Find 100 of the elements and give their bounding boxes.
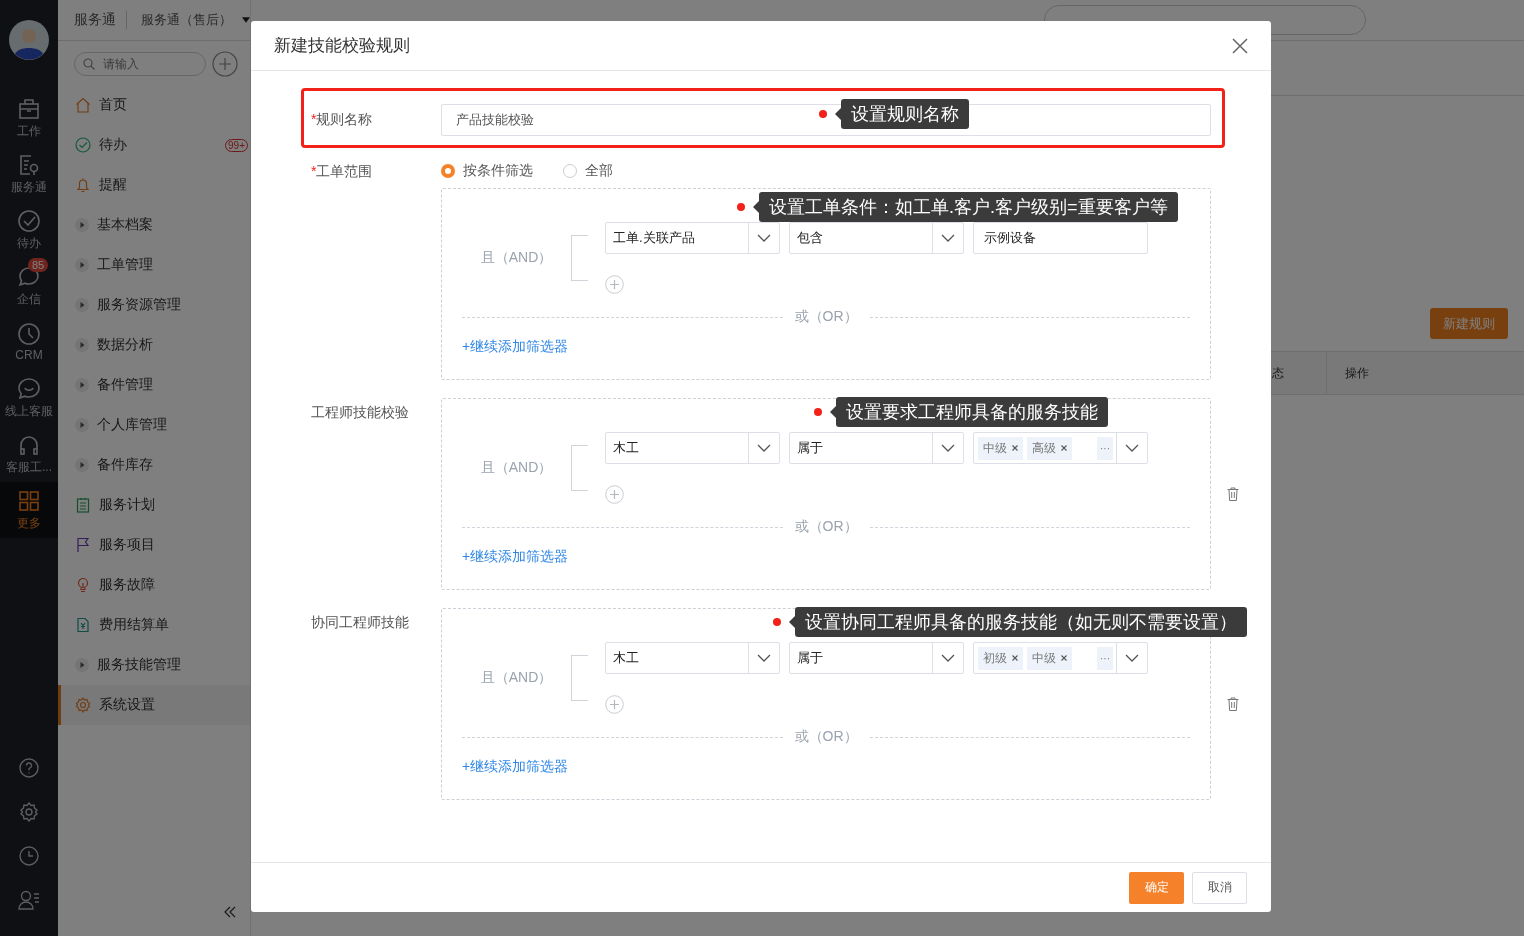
expand-icon (75, 218, 89, 232)
close-icon[interactable] (1061, 445, 1067, 451)
menu-item[interactable]: 服务技能管理 (58, 645, 250, 685)
chevron-down-icon (1125, 444, 1139, 452)
or-label: 或（OR） (793, 308, 859, 326)
value-select[interactable]: 初级 中级 ··· (973, 642, 1148, 674)
rail-item[interactable]: 85 企信 (0, 258, 58, 314)
menu-item[interactable]: 服务项目 (58, 525, 250, 565)
dropdown-icon[interactable] (242, 17, 250, 23)
radio-option[interactable]: 按条件筛选 (441, 162, 533, 180)
confirm-button[interactable]: 确定 (1129, 871, 1184, 904)
field-select[interactable]: 木工 (605, 642, 780, 674)
expand-icon (75, 658, 89, 672)
trash-icon[interactable] (1227, 487, 1239, 501)
bracket-line (571, 445, 588, 491)
expand-icon (75, 258, 89, 272)
radio-icon[interactable] (441, 164, 455, 178)
home-icon (75, 97, 91, 113)
settings-icon[interactable] (19, 802, 39, 822)
menu-item[interactable]: 个人库管理 (58, 405, 250, 445)
menu-item[interactable]: 备件管理 (58, 365, 250, 405)
rail-item[interactable]: 更多 (0, 482, 58, 538)
count-badge: 85 (28, 258, 49, 272)
field-label: 协同工程师技能 (311, 613, 410, 632)
avatar[interactable] (9, 20, 49, 60)
operator-select[interactable]: 包含 (789, 222, 964, 254)
chevron-down-icon (941, 654, 955, 662)
add-circle-icon[interactable] (212, 51, 238, 77)
value-field[interactable]: 示例设备 (973, 222, 1148, 254)
menu-item[interactable]: 备件库存 (58, 445, 250, 485)
menu-item[interactable]: 费用结算单 (58, 605, 250, 645)
app-name[interactable]: 服务通 (74, 11, 116, 29)
search-field[interactable]: 请输入 (74, 52, 206, 76)
operator-select[interactable]: 属于 (789, 642, 964, 674)
cancel-button[interactable]: 取消 (1192, 871, 1247, 904)
bracket-line (571, 235, 588, 281)
tag: 初级 (978, 646, 1023, 670)
add-filter-link[interactable]: +继续添加筛选器 (462, 758, 569, 776)
close-icon[interactable] (1012, 655, 1018, 661)
field-select[interactable]: 木工 (605, 432, 780, 464)
column-header: 态 (1272, 352, 1327, 394)
field-label: *工单范围 (311, 162, 374, 181)
menu-item[interactable]: 基本档案 (58, 205, 250, 245)
field-select[interactable]: 工单.关联产品 (605, 222, 780, 254)
field-label: *规则名称 (311, 111, 374, 129)
tag: 中级 (1027, 646, 1072, 670)
and-label: 且（AND） (479, 459, 554, 477)
more-tag: ··· (1097, 436, 1113, 460)
menu-item[interactable]: 服务资源管理 (58, 285, 250, 325)
menu-item[interactable]: 待办 99+ (58, 125, 250, 165)
chevron-down-icon (941, 234, 955, 242)
list-icon (75, 497, 91, 513)
flag-icon (75, 537, 91, 553)
tag: 中级 (978, 436, 1023, 460)
rail-item[interactable]: 工作 (0, 90, 58, 146)
receipt-icon (75, 617, 91, 633)
add-circle-icon[interactable] (605, 695, 624, 714)
menu-item[interactable]: 系统设置 (58, 685, 250, 725)
close-icon[interactable] (1061, 655, 1067, 661)
chevron-down-icon (941, 444, 955, 452)
rail-item[interactable]: CRM (0, 314, 58, 370)
or-label: 或（OR） (793, 728, 859, 746)
bracket-line (571, 655, 588, 701)
menu-item[interactable]: 数据分析 (58, 325, 250, 365)
close-icon[interactable] (1012, 445, 1018, 451)
add-filter-link[interactable]: +继续添加筛选器 (462, 338, 569, 356)
add-circle-icon[interactable] (605, 275, 624, 294)
menu-item[interactable]: 服务计划 (58, 485, 250, 525)
menu-item[interactable]: 提醒 (58, 165, 250, 205)
clock-icon[interactable] (19, 846, 39, 866)
value-select[interactable]: 中级 高级 ··· (973, 432, 1148, 464)
help-icon[interactable] (19, 758, 39, 778)
expand-icon (75, 338, 89, 352)
trash-icon[interactable] (1227, 697, 1239, 711)
tooltip: 设置工单条件：如工单.客户.客户级别=重要客户等 (753, 192, 1178, 222)
contacts-icon[interactable] (18, 890, 40, 910)
collapse-icon[interactable] (224, 906, 236, 918)
expand-icon (75, 298, 89, 312)
marker-dot (773, 618, 781, 626)
tooltip: 设置规则名称 (835, 99, 969, 129)
close-icon[interactable] (1232, 37, 1248, 54)
or-label: 或（OR） (793, 518, 859, 536)
module-switcher[interactable]: 服务通（售后） (126, 11, 232, 29)
rail-item[interactable]: 待办 (0, 202, 58, 258)
marker-dot (819, 110, 827, 118)
rail-item[interactable]: 客服工... (0, 426, 58, 482)
operator-select[interactable]: 属于 (789, 432, 964, 464)
tooltip: 设置要求工程师具备的服务技能 (830, 397, 1108, 427)
menu-item[interactable]: 工单管理 (58, 245, 250, 285)
add-filter-link[interactable]: +继续添加筛选器 (462, 548, 569, 566)
rail-item[interactable]: 服务通 (0, 146, 58, 202)
expand-icon (75, 378, 89, 392)
add-circle-icon[interactable] (605, 485, 624, 504)
chevron-down-icon (1125, 654, 1139, 662)
radio-option[interactable]: 全部 (563, 162, 613, 180)
menu-item[interactable]: 首页 (58, 85, 250, 125)
and-label: 且（AND） (479, 669, 554, 687)
chevron-down-icon (757, 444, 771, 452)
menu-item[interactable]: 服务故障 (58, 565, 250, 605)
marker-dot (814, 408, 822, 416)
